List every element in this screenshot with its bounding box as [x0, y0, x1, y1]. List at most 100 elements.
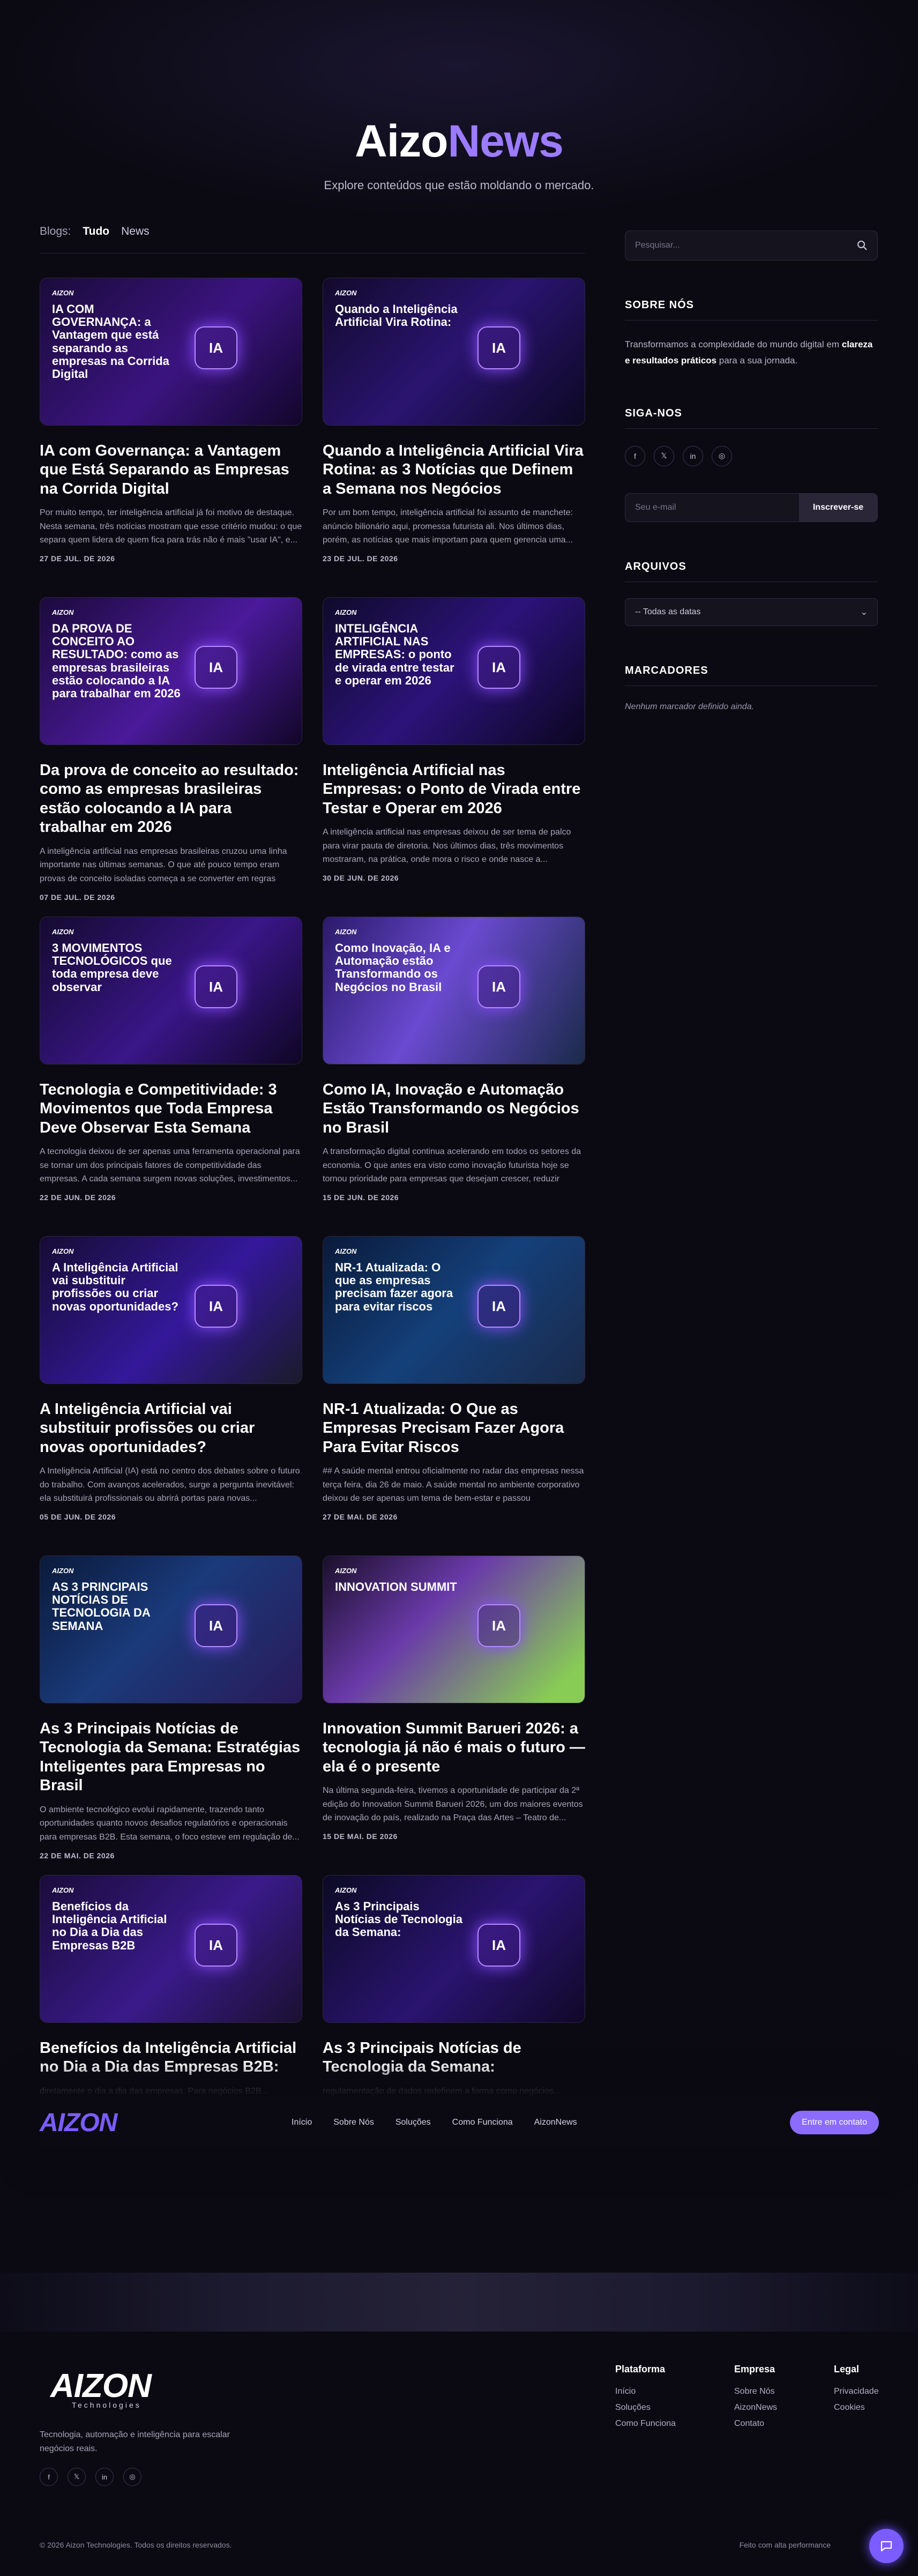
made-with-text: Feito com alta performance — [739, 2541, 831, 2549]
footer-col-legal: Legal Privacidade Cookies — [834, 2364, 879, 2419]
post-thumbnail[interactable]: AIZON A Inteligência Artificial vai subst… — [40, 1236, 302, 1384]
post-date: 15 DE JUN. DE 2026 — [323, 1193, 399, 1202]
post-card[interactable]: AIZON AS 3 PRINCIPAIS NOTÍCIAS DE TECNOLO… — [40, 1555, 302, 1860]
post-date: 27 DE JUL. DE 2026 — [40, 554, 115, 563]
post-card[interactable]: AIZON 3 MOVIMENTOS TECNOLÓGICOS que toda … — [40, 917, 302, 1202]
post-thumbnail[interactable]: AIZON 3 MOVIMENTOS TECNOLÓGICOS que toda … — [40, 917, 302, 1064]
about-heading: SOBRE NÓS — [625, 299, 878, 321]
post-title[interactable]: Benefícios da Inteligência Artificial no… — [40, 2039, 302, 2077]
post-thumbnail[interactable]: AIZON AS 3 PRINCIPAIS NOTÍCIAS DE TECNOLO… — [40, 1555, 302, 1703]
filters-label: Blogs: — [40, 225, 71, 237]
thumbnail-text: AS 3 PRINCIPAIS NOTÍCIAS DE TECNOLOGIA D… — [52, 1580, 150, 1633]
thumbnail-text: A Inteligência Artificial vai substituir… — [52, 1261, 178, 1313]
post-title[interactable]: NR-1 Atualizada: O Que as Empresas Preci… — [323, 1400, 585, 1457]
thumbnail-text: As 3 Principais Notícias de Tecnologia d… — [335, 1900, 462, 1939]
instagram-icon[interactable]: ◎ — [712, 445, 732, 466]
post-title[interactable]: Tecnologia e Competitividade: 3 Moviment… — [40, 1081, 302, 1137]
post-title[interactable]: As 3 Principais Notícias de Tecnologia d… — [40, 1719, 302, 1796]
subscribe-button[interactable]: Inscrever-se — [799, 493, 877, 522]
ia-chip-icon: IA — [195, 646, 237, 689]
archives-select[interactable]: -- Todas as datas ⌄ — [625, 598, 878, 626]
post-card[interactable]: AIZON A Inteligência Artificial vai subst… — [40, 1236, 302, 1521]
footer-logo: AIZON Technologies — [50, 2367, 152, 2409]
search-box — [625, 230, 878, 260]
facebook-icon[interactable]: f — [40, 2468, 58, 2486]
post-thumbnail[interactable]: AIZON IA COM GOVERNANÇA: a Vantagem que e… — [40, 278, 302, 426]
post-title[interactable]: IA com Governança: a Vantagem que Está S… — [40, 442, 302, 498]
ia-chip-icon: IA — [195, 326, 237, 369]
post-title[interactable]: Inteligência Artificial nas Empresas: o … — [323, 761, 585, 818]
navbar-logo[interactable]: AIZON — [40, 2108, 292, 2138]
post-excerpt: Na última segunda-feira, tivemos a oport… — [323, 1786, 583, 1823]
footer-link[interactable]: Cookies — [834, 2403, 879, 2413]
post-card[interactable]: AIZON INNOVATION SUMMIT IA Innovation Summi… — [323, 1555, 585, 1841]
post-thumbnail[interactable]: AIZON DA PROVA DE CONCEITO AO RESULTADO: … — [40, 597, 302, 745]
post-title[interactable]: Da prova de conceito ao resultado: como … — [40, 761, 302, 837]
post-thumbnail[interactable]: AIZON INTELIGÊNCIA ARTIFICIAL NAS EMPRESA… — [323, 597, 585, 745]
post-title[interactable]: As 3 Principais Notícias de Tecnologia d… — [323, 2039, 585, 2077]
post-thumbnail[interactable]: AIZON Benefícios da Inteligência Artifici… — [40, 1875, 302, 2023]
footer: AIZON Technologies Tecnologia, automação … — [0, 2332, 918, 2576]
search-input[interactable] — [635, 241, 839, 250]
blog-filters: Blogs: Tudo News — [40, 225, 150, 238]
post-card[interactable]: AIZON INTELIGÊNCIA ARTIFICIAL NAS EMPRESA… — [323, 597, 585, 882]
post-thumbnail[interactable]: AIZON As 3 Principais Notícias de Tecnolo… — [323, 1875, 585, 2023]
post-title[interactable]: A Inteligência Artificial vai substituir… — [40, 1400, 302, 1457]
thumbnail-brand: AIZON — [335, 1886, 357, 1894]
nav-link-inicio[interactable]: Início — [292, 2118, 312, 2127]
thumbnail-text: Quando a Inteligência Artificial Vira Ro… — [335, 302, 458, 329]
chat-button[interactable] — [869, 2529, 904, 2563]
chevron-down-icon: ⌄ — [860, 607, 868, 617]
page-title: AizoNews — [355, 116, 564, 166]
post-thumbnail[interactable]: AIZON NR-1 Atualizada: O que as empresas … — [323, 1236, 585, 1384]
post-title[interactable]: Como IA, Inovação e Automação Estão Tran… — [323, 1081, 585, 1137]
post-thumbnail[interactable]: AIZON INNOVATION SUMMIT IA — [323, 1555, 585, 1703]
filter-tudo[interactable]: Tudo — [83, 225, 109, 238]
contact-button[interactable]: Entre em contato — [790, 2111, 879, 2134]
nav-link-aizonnews[interactable]: AizonNews — [534, 2118, 577, 2127]
footer-link[interactable]: Como Funciona — [615, 2419, 676, 2429]
thumbnail-brand: AIZON — [335, 289, 357, 297]
footer-link[interactable]: Soluções — [615, 2403, 676, 2413]
thumbnail-brand: AIZON — [52, 1567, 74, 1575]
nav-link-solucoes[interactable]: Soluções — [395, 2118, 431, 2127]
tags-heading: MARCADORES — [625, 665, 878, 686]
footer-link[interactable]: Contato — [734, 2419, 777, 2429]
post-date: 05 DE JUN. DE 2026 — [40, 1513, 116, 1522]
thumbnail-brand: AIZON — [335, 1247, 357, 1255]
post-card[interactable]: AIZON Quando a Inteligência Artificial Vi… — [323, 278, 585, 563]
footer-link[interactable]: Sobre Nós — [734, 2387, 777, 2396]
footer-link[interactable]: AizonNews — [734, 2403, 777, 2413]
hero-section: AizoNews Explore conteúdos que estão mol… — [0, 0, 918, 220]
follow-heading: SIGA-NOS — [625, 407, 878, 429]
filter-news[interactable]: News — [121, 225, 150, 238]
nav-link-sobre-nos[interactable]: Sobre Nós — [333, 2118, 374, 2127]
post-card[interactable]: AIZON NR-1 Atualizada: O que as empresas … — [323, 1236, 585, 1521]
post-card[interactable]: AIZON DA PROVA DE CONCEITO AO RESULTADO: … — [40, 597, 302, 902]
post-title[interactable]: Innovation Summit Barueri 2026: a tecnol… — [323, 1719, 585, 1776]
ia-chip-icon: IA — [477, 646, 520, 689]
post-card[interactable]: AIZON Como Inovação, IA e Automação estão… — [323, 917, 585, 1202]
copyright: © 2026 Aizon Technologies. Todos os dire… — [40, 2541, 232, 2549]
post-thumbnail[interactable]: AIZON Quando a Inteligência Artificial Vi… — [323, 278, 585, 426]
nav-link-como-funciona[interactable]: Como Funciona — [452, 2118, 513, 2127]
linkedin-icon[interactable]: in — [683, 445, 703, 466]
search-icon[interactable] — [857, 240, 868, 251]
post-title[interactable]: Quando a Inteligência Artificial Vira Ro… — [323, 442, 585, 498]
twitter-icon[interactable]: 𝕏 — [68, 2468, 86, 2486]
linkedin-icon[interactable]: in — [95, 2468, 114, 2486]
post-card[interactable]: AIZON IA COM GOVERNANÇA: a Vantagem que e… — [40, 278, 302, 563]
post-thumbnail[interactable]: AIZON Como Inovação, IA e Automação estão… — [323, 917, 585, 1064]
email-field[interactable] — [625, 493, 799, 522]
ia-chip-icon: IA — [477, 965, 520, 1008]
thumbnail-brand: AIZON — [52, 608, 74, 616]
thumbnail-brand: AIZON — [335, 1567, 357, 1575]
thumbnail-text: Como Inovação, IA e Automação estão Tran… — [335, 941, 451, 994]
ia-chip-icon: IA — [477, 1604, 520, 1647]
twitter-icon[interactable]: 𝕏 — [654, 445, 674, 466]
footer-link[interactable]: Privacidade — [834, 2387, 879, 2396]
instagram-icon[interactable]: ◎ — [123, 2468, 141, 2486]
footer-link[interactable]: Início — [615, 2387, 676, 2396]
facebook-icon[interactable]: f — [625, 445, 645, 466]
footer-col-title: Empresa — [734, 2364, 775, 2374]
